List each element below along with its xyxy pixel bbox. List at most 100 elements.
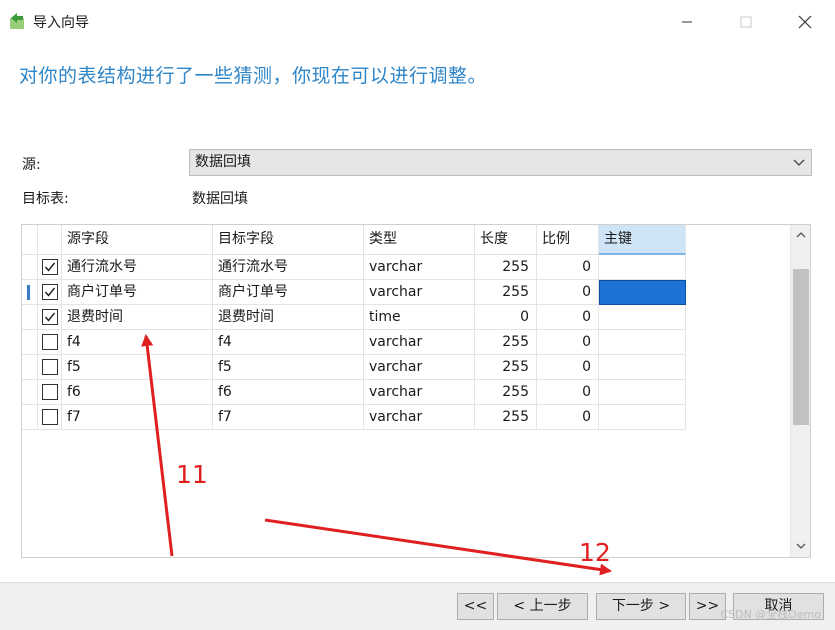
row-checkbox-cell — [38, 280, 62, 305]
row-header[interactable] — [22, 330, 38, 355]
target-field-cell[interactable]: f4 — [213, 330, 364, 355]
type-cell[interactable]: varchar — [364, 330, 475, 355]
maximize-button[interactable] — [733, 10, 759, 34]
column-header-target-field[interactable]: 目标字段 — [213, 225, 364, 255]
row-header[interactable] — [22, 405, 38, 430]
type-cell[interactable]: varchar — [364, 280, 475, 305]
minimize-button[interactable] — [674, 10, 700, 34]
grid-vertical-scrollbar[interactable] — [790, 225, 810, 557]
column-header-source-field[interactable]: 源字段 — [62, 225, 213, 255]
type-cell[interactable]: varchar — [364, 355, 475, 380]
type-cell[interactable]: varchar — [364, 255, 475, 280]
wizard-heading: 对你的表结构进行了一些猜测，你现在可以进行调整。 — [19, 65, 488, 87]
primary-key-cell[interactable] — [599, 380, 686, 405]
include-field-checkbox[interactable] — [42, 384, 58, 400]
include-field-checkbox[interactable] — [42, 409, 58, 425]
scale-cell[interactable]: 0 — [537, 355, 599, 380]
type-cell[interactable]: varchar — [364, 405, 475, 430]
column-header-scale[interactable]: 比例 — [537, 225, 599, 255]
type-cell[interactable]: time — [364, 305, 475, 330]
target-field-cell[interactable]: f5 — [213, 355, 364, 380]
primary-key-cell[interactable] — [599, 355, 686, 380]
include-field-checkbox[interactable] — [42, 284, 58, 300]
length-cell[interactable]: 255 — [475, 255, 537, 280]
watermark: CSDN @全栈Demo — [720, 608, 821, 621]
scale-cell[interactable]: 0 — [537, 280, 599, 305]
scale-cell[interactable]: 0 — [537, 330, 599, 355]
target-field-cell[interactable]: 商户订单号 — [213, 280, 364, 305]
scroll-down-button[interactable] — [793, 538, 809, 554]
primary-key-cell[interactable] — [599, 330, 686, 355]
title-bar: 导入向导 — [0, 0, 835, 44]
source-field-cell[interactable]: 退费时间 — [62, 305, 213, 330]
checkmark-icon — [44, 262, 56, 272]
checkmark-icon — [44, 287, 56, 297]
primary-key-cell[interactable] — [599, 255, 686, 280]
column-header-type[interactable]: 类型 — [364, 225, 475, 255]
source-field-cell[interactable]: 通行流水号 — [62, 255, 213, 280]
row-checkbox-cell — [38, 305, 62, 330]
source-label: 源: — [22, 157, 41, 173]
annotation-label-11: 11 — [176, 460, 208, 489]
scrollbar-thumb[interactable] — [793, 269, 809, 425]
primary-key-cell-selected[interactable] — [599, 280, 686, 305]
length-cell[interactable]: 0 — [475, 305, 537, 330]
row-checkbox-cell — [38, 255, 62, 280]
primary-key-cell[interactable] — [599, 405, 686, 430]
current-row-indicator — [27, 285, 30, 300]
source-select[interactable]: 数据回填 — [189, 149, 812, 176]
include-field-checkbox[interactable] — [42, 259, 58, 275]
length-cell[interactable]: 255 — [475, 405, 537, 430]
column-header-primary-key[interactable]: 主键 — [599, 225, 686, 255]
close-button[interactable] — [792, 10, 818, 34]
source-field-cell[interactable]: f4 — [62, 330, 213, 355]
annotation-label-12: 12 — [579, 538, 611, 567]
column-header-length[interactable]: 长度 — [475, 225, 537, 255]
scale-cell[interactable]: 0 — [537, 380, 599, 405]
row-header[interactable] — [22, 380, 38, 405]
row-checkbox-cell — [38, 355, 62, 380]
row-checkbox-cell — [38, 330, 62, 355]
length-cell[interactable]: 255 — [475, 355, 537, 380]
row-header[interactable] — [22, 255, 38, 280]
chevron-up-icon — [796, 232, 806, 238]
scroll-up-button[interactable] — [793, 227, 809, 243]
target-field-cell[interactable]: 退费时间 — [213, 305, 364, 330]
include-field-checkbox[interactable] — [42, 309, 58, 325]
type-cell[interactable]: varchar — [364, 380, 475, 405]
row-checkbox-cell — [38, 405, 62, 430]
scale-cell[interactable]: 0 — [537, 405, 599, 430]
target-field-cell[interactable]: f6 — [213, 380, 364, 405]
window-title: 导入向导 — [33, 15, 89, 31]
row-checkbox-cell — [38, 380, 62, 405]
import-wizard-window: 导入向导 对你的表结构进行了一些猜测，你现在可以进行调整。 源: 数据回填 目标… — [0, 0, 835, 630]
length-cell[interactable]: 255 — [475, 280, 537, 305]
include-field-checkbox[interactable] — [42, 359, 58, 375]
import-wizard-icon — [8, 12, 26, 30]
primary-key-cell[interactable] — [599, 305, 686, 330]
row-header-selected[interactable] — [22, 280, 38, 305]
source-field-cell[interactable]: f5 — [62, 355, 213, 380]
source-select-value: 数据回填 — [195, 154, 251, 170]
source-field-cell[interactable]: f7 — [62, 405, 213, 430]
previous-button[interactable]: < 上一步 — [497, 593, 588, 620]
wizard-footer: << < 上一步 下一步 > >> 取消 — [0, 582, 835, 630]
length-cell[interactable]: 255 — [475, 330, 537, 355]
next-button[interactable]: 下一步 > — [596, 593, 686, 620]
target-field-cell[interactable]: 通行流水号 — [213, 255, 364, 280]
source-field-cell[interactable]: 商户订单号 — [62, 280, 213, 305]
checkbox-column-header — [38, 225, 62, 255]
first-step-button[interactable]: << — [457, 593, 494, 620]
scale-cell[interactable]: 0 — [537, 255, 599, 280]
chevron-down-icon — [796, 543, 806, 549]
target-table-label: 目标表: — [22, 191, 69, 207]
length-cell[interactable]: 255 — [475, 380, 537, 405]
row-header[interactable] — [22, 305, 38, 330]
scale-cell[interactable]: 0 — [537, 305, 599, 330]
source-field-cell[interactable]: f6 — [62, 380, 213, 405]
target-table-value: 数据回填 — [192, 191, 248, 207]
include-field-checkbox[interactable] — [42, 334, 58, 350]
row-header[interactable] — [22, 355, 38, 380]
target-field-cell[interactable]: f7 — [213, 405, 364, 430]
field-mapping-grid: 源字段 目标字段 类型 长度 比例 主键 通行流水号 通行流水号 varchar… — [21, 224, 811, 558]
